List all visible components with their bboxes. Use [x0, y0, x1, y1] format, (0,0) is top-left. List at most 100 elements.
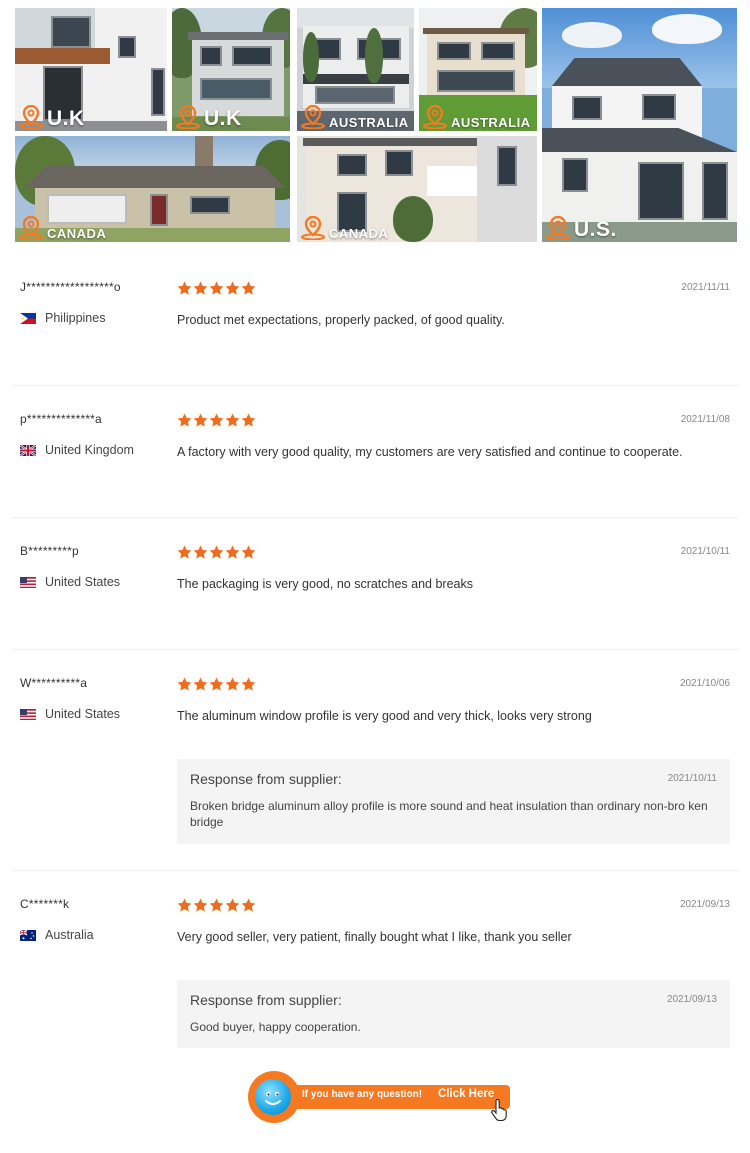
location-pin-icon — [546, 216, 570, 240]
gallery-photo-uk-2[interactable]: U.K — [172, 8, 290, 131]
star-icon — [209, 898, 224, 912]
country-name: Australia — [45, 928, 94, 942]
star-rating — [177, 281, 256, 295]
star-icon — [241, 281, 256, 295]
location-pin-icon — [19, 216, 43, 240]
gallery-photo-australia-1[interactable]: AUSTRALIA — [297, 8, 414, 131]
review-item: C*******k Australia 2021/09/13 Very good… — [12, 897, 738, 1057]
star-icon — [209, 677, 224, 691]
star-icon — [225, 677, 240, 691]
country-name: United Kingdom — [45, 443, 134, 457]
star-icon — [193, 545, 208, 559]
star-icon — [193, 281, 208, 295]
star-rating — [177, 898, 256, 912]
review-comment: The packaging is very good, no scratches… — [177, 577, 474, 591]
star-icon — [225, 281, 240, 295]
location-pin-icon — [19, 105, 43, 129]
reviewer-country: United Kingdom — [20, 443, 134, 457]
location-pin-icon — [176, 105, 200, 129]
location-label: AUSTRALIA — [451, 115, 531, 130]
location-label: AUSTRALIA — [329, 115, 409, 130]
country-name: United States — [45, 575, 121, 589]
location-pin-icon — [301, 105, 325, 129]
star-icon — [193, 898, 208, 912]
star-icon — [177, 545, 192, 559]
reviewer-country: Philippines — [20, 311, 105, 325]
reviewer-name: B*********p — [20, 544, 79, 558]
response-date: 2021/09/13 — [666, 994, 717, 1005]
star-icon — [241, 677, 256, 691]
star-rating — [177, 677, 256, 691]
star-icon — [225, 413, 240, 427]
star-icon — [209, 281, 224, 295]
review-date: 2021/11/11 — [681, 282, 730, 293]
gallery-photo-us[interactable]: U.S. — [542, 8, 737, 242]
star-icon — [177, 413, 192, 427]
project-gallery: U.K U.K AUSTRALIA AUSTRALIA U.S. CANADA … — [0, 0, 750, 250]
supplier-response: Response from supplier: 2021/09/13 Good … — [177, 980, 730, 1048]
mascot-icon — [255, 1079, 291, 1115]
response-text: Broken bridge aluminum alloy profile is … — [190, 799, 708, 829]
location-tag: U.K — [175, 105, 242, 129]
click-here-link[interactable]: Click Here — [438, 1088, 494, 1100]
response-text: Good buyer, happy cooperation. — [190, 1020, 361, 1034]
review-item: p**************a United Kingdom 2021/11/… — [12, 412, 738, 518]
reviewer-name: J******************o — [20, 280, 121, 294]
star-icon — [193, 413, 208, 427]
gallery-photo-australia-2[interactable]: AUSTRALIA — [419, 8, 537, 131]
star-icon — [225, 545, 240, 559]
review-date: 2021/10/11 — [680, 546, 730, 557]
gallery-photo-uk-1[interactable]: U.K — [15, 8, 167, 131]
response-title: Response from supplier: — [190, 771, 342, 787]
location-pin-icon — [423, 105, 447, 129]
review-item: W**********a United States 2021/10/06 Th… — [12, 676, 738, 871]
us-flag-icon — [20, 576, 36, 588]
country-name: United States — [45, 707, 121, 721]
location-pin-icon — [301, 216, 325, 240]
review-date: 2021/11/08 — [680, 414, 730, 425]
reviewer-country: United States — [20, 707, 120, 721]
reviewer-country: Australia — [20, 928, 94, 942]
question-text: If you have any question! — [302, 1089, 423, 1100]
review-comment: Very good seller, very patient, finally … — [177, 930, 572, 944]
star-icon — [241, 413, 256, 427]
location-tag: CANADA — [300, 216, 388, 240]
location-tag: AUSTRALIA — [300, 105, 409, 129]
response-date: 2021/10/11 — [667, 773, 717, 784]
pointer-hand-icon — [491, 1099, 507, 1121]
location-label: CANADA — [329, 226, 389, 241]
gallery-photo-canada-2[interactable]: CANADA — [297, 136, 537, 242]
review-comment: A factory with very good quality, my cus… — [177, 445, 683, 459]
question-banner[interactable]: If you have any question! Click Here — [248, 1071, 512, 1123]
reviewer-name: W**********a — [20, 676, 88, 690]
location-tag: CANADA — [18, 216, 106, 240]
star-rating — [177, 545, 256, 559]
location-tag: U.S. — [545, 216, 617, 240]
star-icon — [209, 413, 224, 427]
location-tag: AUSTRALIA — [422, 105, 531, 129]
mascot-badge[interactable] — [248, 1071, 300, 1123]
review-item: J******************o Philippines 2021/11… — [12, 280, 738, 386]
location-label: U.K — [47, 107, 85, 130]
star-icon — [209, 545, 224, 559]
review-date: 2021/09/13 — [679, 899, 730, 910]
australia-flag-icon — [20, 929, 36, 941]
review-comment: Product met expectations, properly packe… — [177, 313, 505, 327]
gallery-photo-canada-1[interactable]: CANADA — [15, 136, 290, 242]
reviewer-name: p**************a — [20, 412, 102, 426]
location-tag: U.K — [18, 105, 85, 129]
country-name: Philippines — [45, 311, 106, 325]
location-label: CANADA — [47, 226, 107, 241]
star-icon — [241, 545, 256, 559]
location-label: U.S. — [574, 218, 617, 241]
location-label: U.K — [204, 107, 242, 130]
star-icon — [225, 898, 240, 912]
review-date: 2021/10/06 — [679, 678, 730, 689]
star-icon — [193, 677, 208, 691]
review-item: B*********p United States 2021/10/11 The… — [12, 544, 738, 650]
response-title: Response from supplier: — [190, 992, 342, 1008]
supplier-response: Response from supplier: 2021/10/11 Broke… — [177, 759, 730, 844]
uk-flag-icon — [20, 444, 36, 456]
philippines-flag-icon — [20, 312, 36, 324]
star-icon — [177, 281, 192, 295]
